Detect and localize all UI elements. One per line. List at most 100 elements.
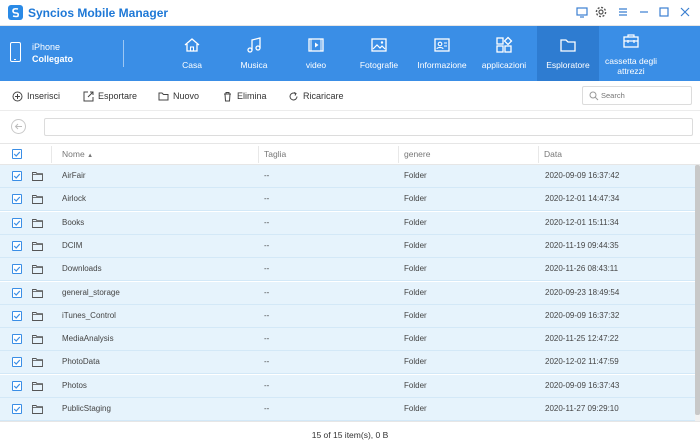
feedback-icon[interactable] [575,5,589,19]
home-icon [183,36,201,54]
cell-name: AirFair [62,171,86,180]
cell-size: -- [264,380,270,390]
cell-date: 2020-11-27 09:29:10 [545,404,619,413]
nav-photos[interactable]: Fotografie [348,26,410,81]
table-row[interactable]: iTunes_Control -- Folder 2020-09-09 16:37:3… [0,304,696,328]
nav-apps[interactable]: applicazioni [473,26,535,81]
export-icon [83,91,94,101]
cell-name: Airlock [62,194,87,204]
cell-kind: Folder [404,404,427,413]
path-field[interactable] [44,118,693,136]
device-name: iPhone [32,42,61,52]
row-checkbox[interactable] [12,404,22,414]
table-row[interactable]: DCIM -- Folder 2020-11-19 09:44:35 [0,234,696,258]
reload-button[interactable]: Ricaricare [288,90,344,102]
row-checkbox[interactable] [12,240,22,251]
nav-home[interactable]: Casa [161,26,223,81]
cell-kind: Folder [404,357,427,367]
row-checkbox[interactable] [12,217,22,228]
maximize-icon[interactable] [657,5,671,19]
search-input[interactable] [601,89,689,102]
close-icon[interactable] [678,5,692,19]
search-box[interactable] [582,86,692,105]
device-panel[interactable]: iPhone Collegato [0,26,125,81]
nav-label: Informazione [417,60,467,70]
cell-size: -- [264,334,270,344]
file-table: Nome ▲ Taglia genere Data AirFair -- Folde… [0,143,700,421]
menu-icon[interactable] [616,5,630,19]
cell-kind: Folder [404,310,427,320]
table-row[interactable]: Airlock -- Folder 2020-12-01 14:47:34 [0,188,696,212]
cell-kind: Folder [404,380,427,390]
new-folder-button[interactable]: Nuovo [158,90,199,102]
refresh-icon [289,91,298,100]
plus-circle-icon [12,91,23,101]
export-label: Esportare [98,91,138,101]
cell-name: PublicStaging [62,404,111,413]
divider [123,40,124,67]
row-checkbox[interactable] [12,310,22,321]
sort-ascending-icon: ▲ [87,153,94,159]
insert-label: Inserisci [27,91,61,101]
minimize-icon[interactable] [637,5,651,19]
check-icon [13,243,21,249]
check-icon [13,290,21,296]
check-icon [13,196,21,203]
table-row[interactable]: PublicStaging -- Folder 2020-11-27 09:29:10 [0,398,696,421]
delete-button[interactable]: Elimina [222,90,267,102]
check-icon [13,313,21,319]
row-checkbox[interactable] [12,287,22,298]
insert-button[interactable]: Inserisci [12,90,60,102]
table-row[interactable]: Books -- Folder 2020-12-01 15:11:34 [0,211,696,235]
cell-kind: Folder [404,334,427,344]
contacts-icon [433,36,451,54]
row-checkbox[interactable] [12,380,22,391]
row-checkbox[interactable] [12,264,22,275]
cell-kind: Folder [404,194,427,204]
check-icon [13,406,21,412]
row-checkbox[interactable] [12,194,22,205]
table-row[interactable]: general_storage -- Folder 2020-09-23 18:49:… [0,281,696,305]
nav-video[interactable]: video [285,26,347,81]
settings-gear-icon[interactable] [594,5,608,19]
table-row[interactable]: Photos -- Folder 2020-09-09 16:37:43 [0,374,696,398]
column-header-size[interactable]: Taglia [264,149,286,159]
cell-name: Photos [62,380,87,390]
table-row[interactable]: Downloads -- Folder 2020-11-26 08:43:11 [0,258,696,282]
vertical-scrollbar[interactable] [695,165,700,421]
column-header-kind[interactable]: genere [404,149,430,159]
check-icon [13,359,21,366]
nav-information[interactable]: Informazione [411,26,473,81]
table-row[interactable]: MediaAnalysis -- Folder 2020-11-25 12:47:22 [0,328,696,352]
check-icon [13,336,21,342]
path-bar [0,111,700,143]
cell-name: MediaAnalysis [62,334,114,344]
cell-name: iTunes_Control [62,310,116,320]
select-all-checkbox[interactable] [12,149,22,159]
check-icon [13,151,21,157]
column-separator [398,146,399,163]
folder-icon [32,264,43,275]
column-header-date[interactable]: Data [544,149,562,159]
column-header-name[interactable]: Nome ▲ [62,149,93,159]
table-row[interactable]: AirFair -- Folder 2020-09-09 16:37:42 [0,165,696,188]
cell-size: -- [264,171,270,180]
cell-kind: Folder [404,240,427,250]
main-nav-bar: iPhone Collegato Casa Musica video Fotog… [0,26,700,81]
export-button[interactable]: Esportare [83,90,137,102]
row-checkbox[interactable] [12,334,22,345]
nav-toolbox[interactable]: cassetta degli attrezzi [600,26,662,81]
nav-explorer[interactable]: Esploratore [537,26,599,81]
reload-label: Ricaricare [303,91,344,101]
table-row[interactable]: PhotoData -- Folder 2020-12-02 11:47:59 [0,351,696,375]
row-checkbox[interactable] [12,171,22,181]
row-checkbox[interactable] [12,357,22,368]
folder-icon [32,241,43,251]
cell-date: 2020-12-01 15:11:34 [545,217,619,227]
cell-size: -- [264,194,270,204]
nav-music[interactable]: Musica [223,26,285,81]
column-name-label: Nome [62,149,85,159]
back-button[interactable] [11,119,26,134]
cell-name: Books [62,217,85,227]
scrollbar-thumb[interactable] [695,165,700,415]
